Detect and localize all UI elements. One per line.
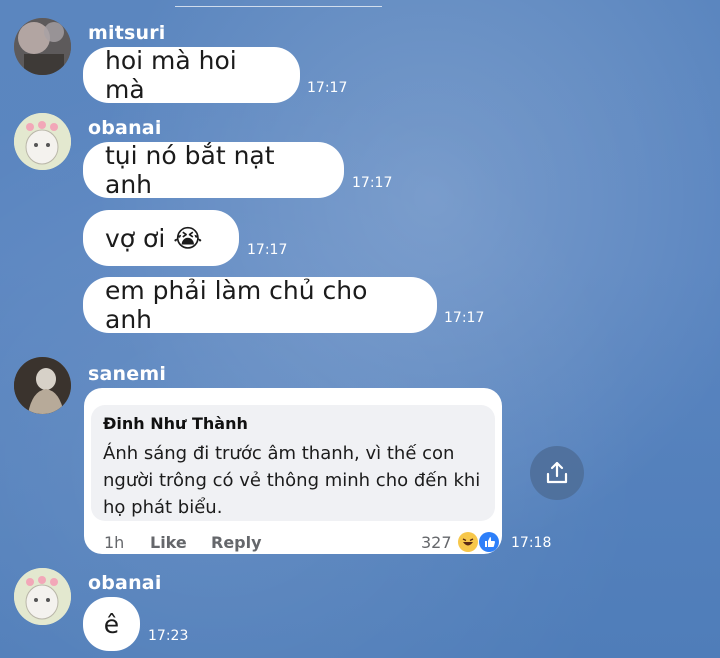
message-time: 17:18 — [511, 535, 552, 551]
message-text: tụi nó bắt nạt anh — [105, 141, 275, 199]
message-time: 17:23 — [148, 628, 189, 644]
share-button[interactable] — [530, 446, 584, 500]
avatar-obanai[interactable] — [14, 113, 71, 170]
message-bubble[interactable]: vợ ơi 😭 — [83, 210, 239, 266]
avatar-obanai-image — [14, 568, 71, 625]
comment-author: Đinh Như Thành — [103, 414, 248, 433]
message-time: 17:17 — [444, 310, 485, 326]
sender-name: obanai — [88, 117, 162, 139]
message-text: em phải làm chủ cho anh — [105, 276, 368, 334]
haha-reaction-icon — [458, 532, 478, 552]
avatar-sanemi-image — [14, 357, 71, 414]
comment-age: 1h — [104, 533, 125, 552]
sender-name: sanemi — [88, 363, 167, 385]
message-time: 17:17 — [247, 242, 288, 258]
avatar-obanai[interactable] — [14, 568, 71, 625]
sender-name: obanai — [88, 572, 162, 594]
avatar-obanai-image — [14, 113, 71, 170]
message-text: hoi mà hoi mà — [105, 46, 237, 104]
message-bubble[interactable]: ê — [83, 597, 140, 651]
message-bubble[interactable]: tụi nó bắt nạt anh — [83, 141, 344, 199]
avatar-mitsuri-image — [14, 18, 71, 75]
like-reaction-icon — [479, 532, 499, 552]
share-icon — [546, 461, 568, 484]
message-time: 17:17 — [307, 80, 348, 96]
like-link: Like — [150, 533, 187, 552]
message-time: 17:17 — [352, 175, 393, 191]
reaction-count: 327 — [421, 533, 452, 552]
message-bubble[interactable]: em phải làm chủ cho anh — [83, 276, 437, 334]
avatar-mitsuri[interactable] — [14, 18, 71, 75]
reply-link: Reply — [211, 533, 262, 552]
message-text: vợ ơi 😭 — [105, 223, 203, 253]
scroll-edge-line — [175, 6, 382, 7]
message-bubble[interactable]: hoi mà hoi mà — [83, 46, 300, 104]
sender-name: mitsuri — [88, 22, 166, 44]
avatar-sanemi[interactable] — [14, 357, 71, 414]
comment-body: Ánh sáng đi trước âm thanh, vì thế con n… — [103, 443, 481, 518]
message-text: ê — [103, 609, 120, 639]
